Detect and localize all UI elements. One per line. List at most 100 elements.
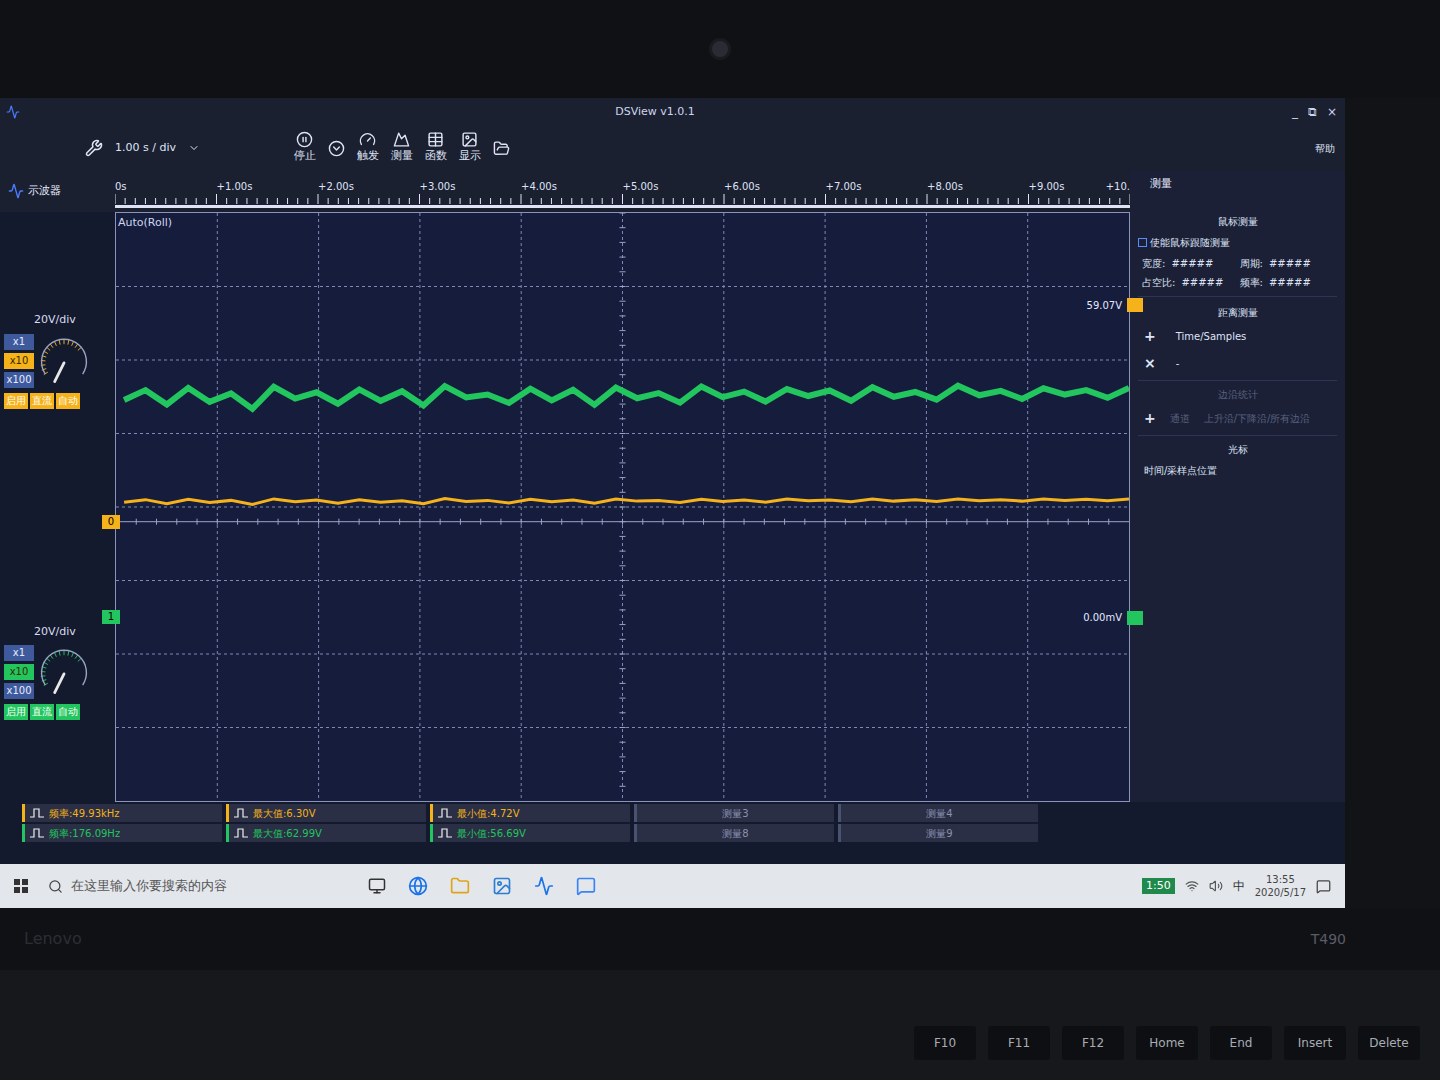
dropdown-icon[interactable] (188, 142, 200, 154)
tray-badge[interactable]: 1:50 (1142, 878, 1175, 895)
probe-button[interactable]: x10 (4, 664, 34, 680)
add-button[interactable]: + (1144, 408, 1156, 429)
measurement-cell[interactable]: 测量3 (634, 804, 834, 822)
measurement-bar: 频率:49.93kHz最大值:6.30V最小值:4.72V测量3测量4 频率:17… (0, 802, 1345, 842)
measurement-cell[interactable]: 最小值:56.69V (430, 824, 630, 842)
right-bezel (1345, 98, 1440, 908)
measurement-cell[interactable]: 测量4 (838, 804, 1038, 822)
probe-button[interactable]: x1 (4, 645, 34, 661)
mode-tab[interactable]: 示波器 (0, 170, 115, 212)
pulse-icon (437, 808, 453, 818)
title-bar: DSView v1.0.1_ ⧉ × (0, 98, 1345, 126)
keyboard-key[interactable]: Delete (1358, 1026, 1420, 1060)
photo-frame: DSView v1.0.1_⧉×1.00 s / div停止触发测量函数显示帮助… (0, 0, 1440, 1080)
window-control[interactable]: × (1325, 103, 1339, 121)
time-ruler[interactable]: 0s+1.00s+2.00s+3.00s+4.00s+5.00s+6.00s+7… (115, 170, 1130, 212)
clock[interactable]: 13:552020/5/17 (1255, 873, 1306, 899)
ruler-tick: +3.00s (420, 179, 522, 194)
channel-toggle[interactable]: 直流 (30, 704, 54, 720)
volts-knob-icon[interactable] (36, 642, 92, 702)
measurement-cell[interactable]: 频率:49.93kHz (22, 804, 222, 822)
camera-icon (709, 38, 731, 60)
probe-button[interactable]: x1 (4, 334, 34, 350)
save-icon[interactable] (493, 140, 510, 157)
trigger-level[interactable]: 59.07V (1085, 298, 1143, 313)
toolbar-button[interactable]: 触发 (357, 131, 379, 165)
settings-icon[interactable] (85, 139, 103, 157)
network-icon[interactable] (1185, 879, 1199, 893)
ruler-tick: +2.00s (318, 179, 420, 194)
measurement-cell[interactable]: 最小值:4.72V (430, 804, 630, 822)
ruler-tick: +1.00s (217, 179, 319, 194)
explorer-icon[interactable] (450, 876, 470, 896)
trigger-level[interactable]: 0.00mV (1081, 610, 1143, 625)
follow-checkbox[interactable]: 使能鼠标跟随测量 (1138, 235, 1337, 250)
mouse-field: 周期:##### (1240, 256, 1338, 271)
channel-column: 20V/divx1x10x100启用直流自动20V/divx1x10x100启用… (0, 212, 115, 802)
single-capture-icon[interactable] (328, 140, 345, 157)
panel-title: 测量 (1130, 170, 1345, 212)
channel-zero-tag[interactable]: 1 (102, 610, 120, 624)
measurement-cell[interactable]: 频率:176.09Hz (22, 824, 222, 842)
channel-panel: 20V/divx1x10x100启用直流自动 (0, 624, 115, 721)
channel-toggle[interactable]: 自动 (56, 704, 80, 720)
window-control[interactable]: ⧉ (1306, 103, 1319, 121)
window-control[interactable]: _ (1290, 103, 1300, 121)
keyboard-key[interactable]: End (1210, 1026, 1272, 1060)
measurement-cell[interactable]: 测量8 (634, 824, 834, 842)
edge-icon[interactable] (408, 876, 428, 896)
channel-toggle[interactable]: 自动 (56, 393, 80, 409)
probe-button[interactable]: x100 (4, 372, 34, 388)
model-label: T490 (1311, 929, 1416, 950)
keyboard-key[interactable]: F10 (914, 1026, 976, 1060)
windows-logo-icon[interactable] (14, 879, 28, 893)
probe-button[interactable]: x10 (4, 353, 34, 369)
channel-zero-tag[interactable]: 0 (102, 515, 120, 529)
measurement-cell[interactable]: 最大值:6.30V (226, 804, 426, 822)
app-icon (6, 105, 20, 119)
probe-button[interactable]: x100 (4, 683, 34, 699)
pulse-icon (437, 828, 453, 838)
edge-kinds: 上升沿/下降沿/所有边沿 (1204, 411, 1311, 426)
keyboard-key[interactable]: F11 (988, 1026, 1050, 1060)
keyboard: F10 F11 F12 Home End Insert Delete (0, 970, 1440, 1080)
cursor-position: 时间/采样点位置 (1138, 463, 1337, 478)
remove-button[interactable]: × (1144, 353, 1156, 374)
toolbar-button[interactable]: 函数 (425, 131, 447, 165)
task-view-icon[interactable] (368, 877, 386, 895)
channel-toggle[interactable]: 启用 (4, 704, 28, 720)
distance-column: Time/Samples (1176, 329, 1247, 344)
scope-plot[interactable]: Auto(Roll)0159.07V0.00mV (115, 212, 1130, 802)
notification-icon[interactable] (1316, 879, 1331, 894)
add-button[interactable]: + (1144, 326, 1156, 347)
pulse-icon (29, 808, 45, 818)
search-box[interactable]: 在这里输入你要搜索的内容 (38, 876, 358, 896)
measurement-cell[interactable]: 测量9 (838, 824, 1038, 842)
channel-toggle[interactable]: 直流 (30, 393, 54, 409)
section-title: 距离测量 (1138, 296, 1337, 320)
trigger-mode-label: Auto(Roll) (118, 215, 172, 232)
bottom-bezel: LenovoT490 (0, 908, 1440, 970)
keyboard-key[interactable]: F12 (1062, 1026, 1124, 1060)
toolbar-button[interactable]: 测量 (391, 131, 413, 165)
window-title: DSView v1.0.1 (20, 104, 1290, 121)
toolbar-button[interactable]: 显示 (459, 131, 481, 165)
chat-icon[interactable] (576, 876, 596, 896)
ime-indicator[interactable]: 中 (1233, 877, 1245, 895)
toolbar-button[interactable]: 停止 (294, 131, 316, 165)
help-button[interactable]: 帮助 (1315, 141, 1335, 156)
keyboard-key[interactable]: Insert (1284, 1026, 1346, 1060)
timebase[interactable]: 1.00 s / div (115, 140, 176, 157)
ruler-tick: +6.00s (724, 179, 826, 194)
section-title: 边沿统计 (1138, 380, 1337, 402)
volume-icon[interactable] (1209, 879, 1223, 893)
mouse-field: 频率:##### (1240, 275, 1338, 290)
volts-knob-icon[interactable] (36, 331, 92, 391)
dsview-icon[interactable] (534, 876, 554, 896)
measurement-cell[interactable]: 最大值:62.99V (226, 824, 426, 842)
photos-icon[interactable] (492, 876, 512, 896)
screen: DSView v1.0.1_⧉×1.00 s / div停止触发测量函数显示帮助… (0, 98, 1345, 908)
keyboard-key[interactable]: Home (1136, 1026, 1198, 1060)
waveform-chart (116, 213, 1129, 801)
channel-toggle[interactable]: 启用 (4, 393, 28, 409)
